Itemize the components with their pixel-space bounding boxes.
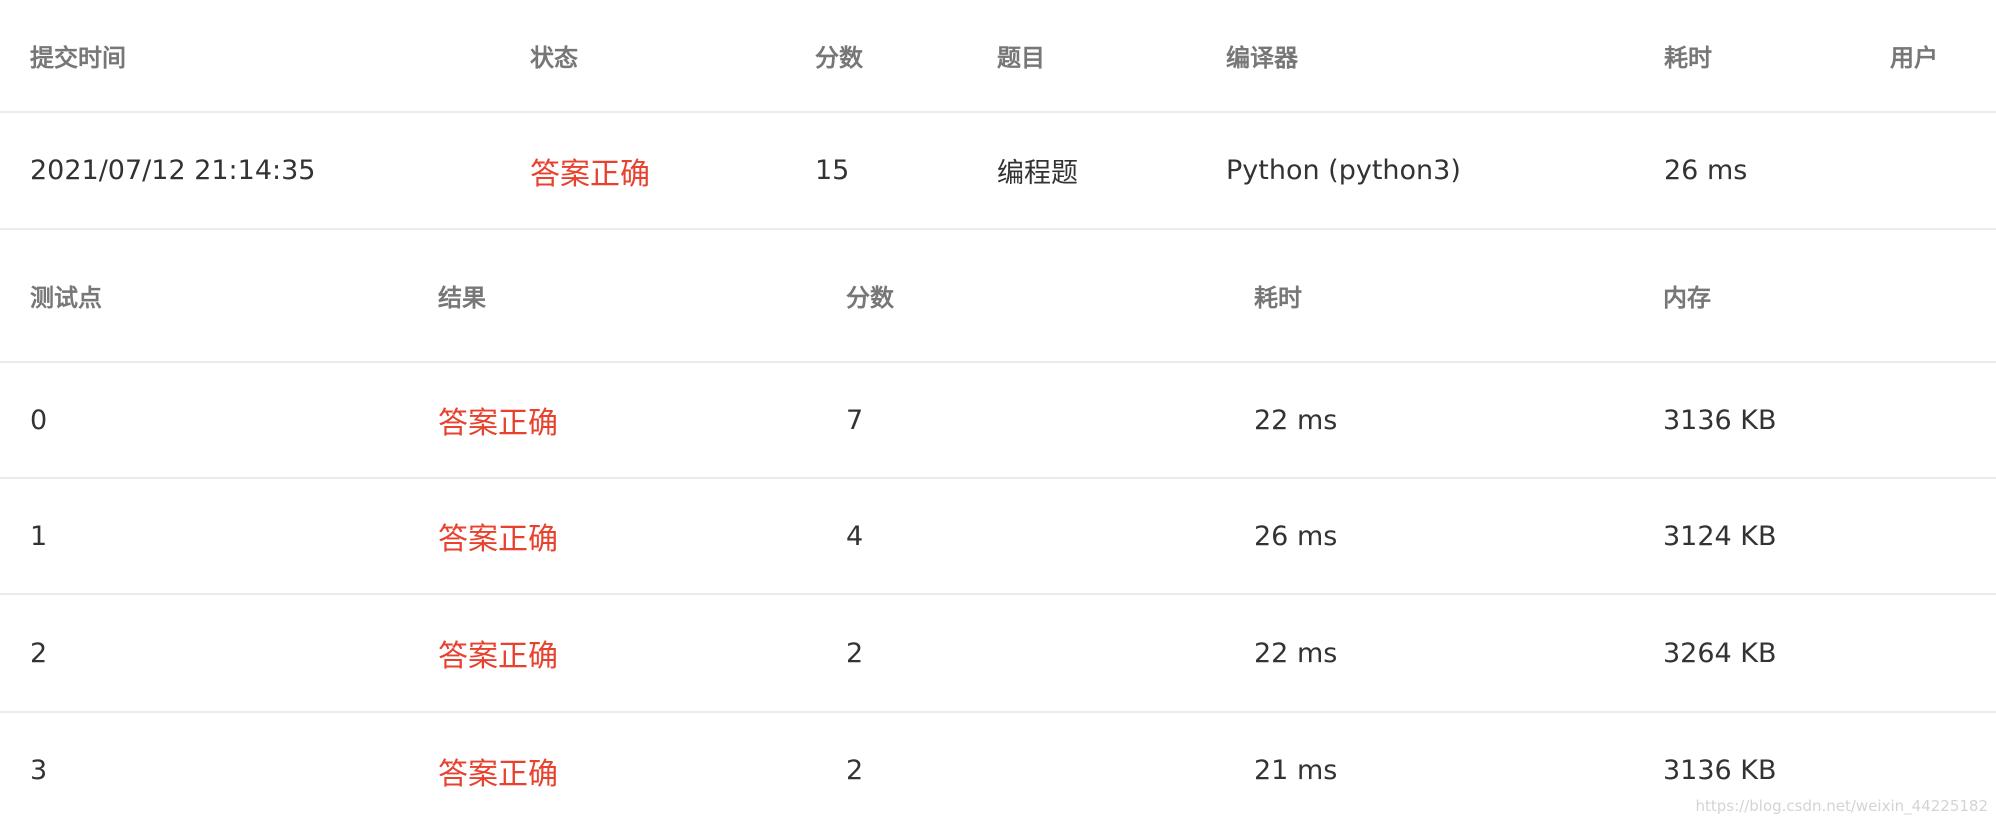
case-time: 26 ms [1254,520,1338,552]
compiler: Python (python3) [1226,155,1461,186]
header-case-score: 分数 [846,284,894,312]
case-result: 答案正确 [438,639,558,674]
submit-time: 2021/07/12 21:14:35 [30,155,316,186]
case-memory: 3136 KB [1663,404,1777,436]
score: 15 [815,155,850,186]
case-id: 0 [30,404,48,436]
header-score: 分数 [815,44,863,72]
case-id: 1 [30,520,48,552]
case-id: 2 [30,637,48,669]
table-row: 2 答案正确 2 22 ms 3264 KB [0,595,1996,713]
case-time: 22 ms [1254,637,1338,669]
header-case-time: 耗时 [1254,284,1302,312]
header-problem: 题目 [997,44,1045,72]
summary-row: 2021/07/12 21:14:35 答案正确 15 编程题 Python (… [0,113,1996,230]
elapsed-time: 26 ms [1664,155,1748,186]
case-time: 21 ms [1254,755,1338,786]
case-memory: 3264 KB [1663,637,1777,669]
header-submit-time: 提交时间 [30,44,126,72]
case-score: 2 [846,755,864,786]
header-result: 结果 [438,284,486,312]
table-row: 0 答案正确 7 22 ms 3136 KB [0,363,1996,479]
case-score: 2 [846,637,864,669]
header-memory: 内存 [1663,284,1711,312]
case-id: 3 [30,755,48,786]
table-row: 1 答案正确 4 26 ms 3124 KB [0,479,1996,595]
header-status: 状态 [530,44,578,72]
case-result: 答案正确 [438,522,558,557]
watermark: https://blog.csdn.net/weixin_44225182 [1695,797,1988,815]
cases-header-row: 测试点 结果 分数 耗时 内存 [0,230,1996,363]
header-user: 用户 [1890,44,1938,72]
summary-header-row: 提交时间 状态 分数 题目 编译器 耗时 用户 [0,0,1996,113]
header-test-case: 测试点 [30,284,102,312]
problem-link[interactable]: 编程题 [997,113,1078,228]
case-time: 22 ms [1254,404,1338,436]
case-memory: 3124 KB [1663,520,1777,552]
case-result: 答案正确 [438,756,558,792]
status-accepted: 答案正确 [530,156,650,192]
case-score: 7 [846,404,864,436]
header-compiler: 编译器 [1226,44,1298,72]
header-time: 耗时 [1664,44,1712,72]
case-score: 4 [846,520,864,552]
case-result: 答案正确 [438,406,558,441]
